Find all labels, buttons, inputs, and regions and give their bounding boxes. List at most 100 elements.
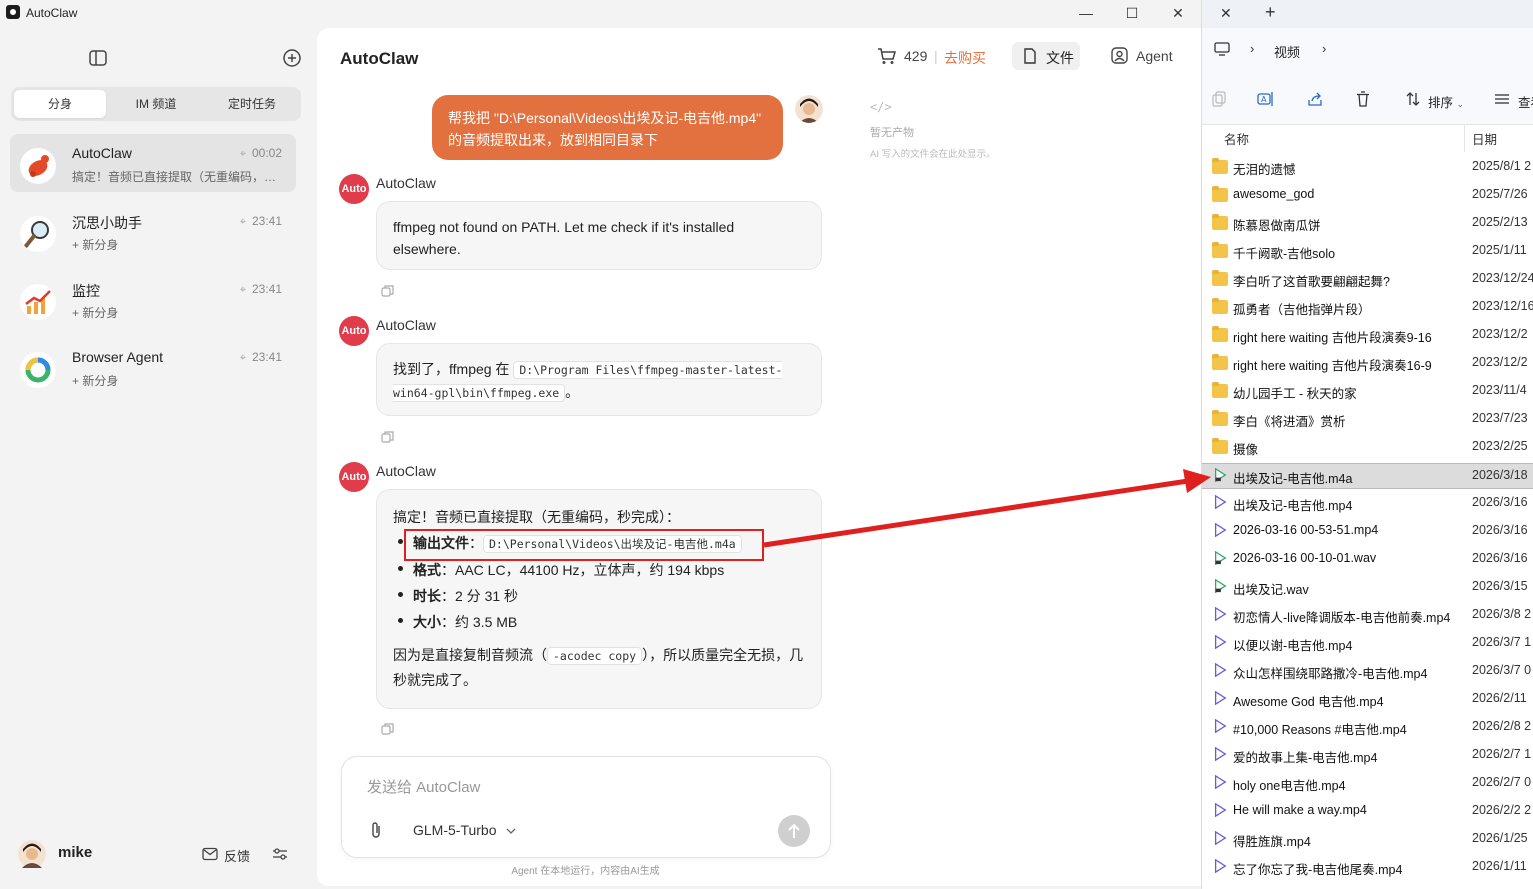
- file-name: 幼儿园手工 - 秋天的家: [1233, 387, 1357, 401]
- close-tab-icon[interactable]: ✕: [1220, 5, 1232, 22]
- file-row[interactable]: 出埃及记-电吉他.mp4 2026/3/16: [1202, 491, 1533, 515]
- file-row[interactable]: 初恋情人-live降调版本-电吉他前奏.mp4 2026/3/8 2: [1202, 603, 1533, 627]
- feedback-button[interactable]: 反馈: [224, 846, 250, 865]
- delete-icon[interactable]: [1355, 91, 1371, 107]
- app-logo-icon: [6, 5, 20, 19]
- file-row[interactable]: right here waiting 吉他片段演奏9-16 2023/12/2: [1202, 323, 1533, 347]
- file-name: 李白《将进酒》赏析: [1233, 415, 1346, 429]
- copy-icon[interactable]: [381, 430, 395, 444]
- video-file-icon: [1214, 775, 1227, 789]
- computer-icon[interactable]: [1214, 42, 1230, 56]
- file-row[interactable]: Awesome God 电吉他.mp4 2026/2/11: [1202, 687, 1533, 711]
- rename-icon[interactable]: A: [1257, 91, 1275, 107]
- file-date: 2026/3/16: [1472, 551, 1528, 565]
- session-item-monitor[interactable]: 监控 ⌖ 23:41 + 新分身: [10, 270, 296, 328]
- pin-icon: ⌖: [239, 352, 246, 364]
- session-subtitle: + 新分身: [72, 374, 119, 388]
- folder-icon: [1212, 214, 1228, 230]
- file-row[interactable]: 爱的故事上集-电吉他.mp4 2026/2/7 1: [1202, 743, 1533, 767]
- column-date[interactable]: 日期: [1472, 129, 1497, 148]
- file-name: Awesome God 电吉他.mp4: [1233, 695, 1384, 709]
- file-row[interactable]: 得胜旌旗.mp4 2026/1/25: [1202, 827, 1533, 851]
- file-row[interactable]: 幼儿园手工 - 秋天的家 2023/11/4: [1202, 379, 1533, 403]
- view-button[interactable]: 查看: [1518, 92, 1533, 111]
- file-row[interactable]: 李白《将进酒》赏析 2023/7/23: [1202, 407, 1533, 431]
- file-name: 2026-03-16 00-53-51.mp4: [1233, 523, 1379, 537]
- file-row[interactable]: awesome_god 2025/7/26: [1202, 183, 1533, 207]
- tab-im-channels[interactable]: IM 频道: [110, 90, 202, 118]
- session-title: 监控: [72, 283, 100, 299]
- file-name: 得胜旌旗.mp4: [1233, 835, 1311, 849]
- folder-icon: [1212, 242, 1228, 258]
- maximize-button[interactable]: ☐: [1109, 0, 1155, 26]
- file-date: 2023/12/24: [1472, 271, 1533, 285]
- artifacts-hint: AI 写入的文件会在此处显示。: [870, 149, 996, 160]
- audio-file-icon: [1214, 579, 1227, 593]
- audio-file-icon: [1214, 551, 1227, 565]
- file-row[interactable]: 2026-03-16 00-53-51.mp4 2026/3/16: [1202, 519, 1533, 543]
- file-date: 2023/2/25: [1472, 439, 1528, 453]
- share-icon[interactable]: [1307, 91, 1323, 107]
- session-item-browser-agent[interactable]: Browser Agent ⌖ 23:41 + 新分身: [10, 338, 296, 396]
- file-date: 2023/11/4: [1472, 383, 1527, 397]
- copy-icon[interactable]: [1211, 91, 1227, 107]
- file-row[interactable]: holy one电吉他.mp4 2026/2/7 0: [1202, 771, 1533, 795]
- file-name: 2026-03-16 00-10-01.wav: [1233, 551, 1377, 565]
- message-text: 找到了，ffmpeg 在: [393, 361, 510, 377]
- file-row[interactable]: 2026-03-16 00-10-01.wav 2026/3/16: [1202, 547, 1533, 571]
- sort-button[interactable]: 排序 ⌄: [1428, 92, 1464, 111]
- send-button[interactable]: [778, 815, 810, 847]
- tab-scheduled-tasks[interactable]: 定时任务: [206, 90, 298, 118]
- explorer-tab-bar: ✕ +: [1202, 0, 1533, 28]
- user-avatar[interactable]: [18, 840, 46, 868]
- file-date: 2026/3/7 1: [1472, 635, 1532, 649]
- session-item-autoclaw[interactable]: AutoClaw ⌖ 00:02 搞定！音频已直接提取（无重编码，…: [10, 134, 296, 192]
- sidebar-toggle-icon[interactable]: [87, 47, 109, 69]
- video-file-icon: [1214, 859, 1227, 873]
- session-item-thinking-assistant[interactable]: 沉思小助手 ⌖ 23:41 + 新分身: [10, 202, 296, 260]
- attach-icon[interactable]: [369, 821, 383, 839]
- file-name: 摄像: [1233, 443, 1259, 457]
- new-session-icon[interactable]: [281, 47, 303, 69]
- folder-icon: [1212, 382, 1228, 398]
- file-date: 2026/1/25: [1472, 831, 1528, 845]
- file-row[interactable]: #10,000 Reasons #电吉他.mp4 2026/2/8 2: [1202, 715, 1533, 739]
- copy-icon[interactable]: [381, 284, 395, 298]
- file-row[interactable]: 李白听了这首歌要翩翩起舞? 2023/12/24: [1202, 267, 1533, 291]
- file-date: 2023/7/23: [1472, 411, 1528, 425]
- file-row[interactable]: 众山怎样围绕耶路撒冷-电吉他.mp4 2026/3/7 0: [1202, 659, 1533, 683]
- file-row[interactable]: 千千阙歌-吉他solo 2025/1/11: [1202, 239, 1533, 263]
- breadcrumb[interactable]: 视频: [1274, 42, 1300, 61]
- file-row[interactable]: 出埃及记.wav 2026/3/15: [1202, 575, 1533, 599]
- file-row[interactable]: 陈慕恩做南瓜饼 2025/2/13: [1202, 211, 1533, 235]
- settings-sliders-icon[interactable]: [272, 847, 288, 861]
- file-date: 2025/1/11: [1472, 243, 1527, 257]
- file-date: 2023/12/2: [1472, 355, 1528, 369]
- file-row[interactable]: He will make a way.mp4 2026/2/2 2: [1202, 799, 1533, 823]
- file-row[interactable]: 孤勇者（吉他指弹片段） 2023/12/16: [1202, 295, 1533, 319]
- files-button[interactable]: 文件: [1012, 42, 1080, 70]
- tab-avatars[interactable]: 分身: [14, 90, 106, 118]
- new-tab-icon[interactable]: +: [1265, 2, 1276, 23]
- model-select[interactable]: GLM-5-Turbo: [413, 822, 516, 838]
- file-name: 爱的故事上集-电吉他.mp4: [1233, 751, 1378, 765]
- artifacts-title: 暂无产物: [870, 127, 914, 139]
- buy-link[interactable]: 去购买: [944, 48, 986, 68]
- file-row[interactable]: 以便以谢-电吉他.mp4 2026/3/7 1: [1202, 631, 1533, 655]
- bot-name: AutoClaw: [376, 317, 436, 333]
- browser-agent-avatar: [20, 352, 56, 388]
- close-button[interactable]: ✕: [1155, 0, 1201, 26]
- autoclaw-window: AutoClaw — ☐ ✕ 分身 IM 频道 定时任务 AutoClaw ⌖ …: [0, 0, 1201, 889]
- column-name[interactable]: 名称: [1224, 129, 1249, 148]
- folder-icon: [1212, 298, 1228, 314]
- message-input[interactable]: 发送给 AutoClaw: [367, 776, 480, 797]
- copy-icon[interactable]: [381, 722, 395, 736]
- file-name: 出埃及记-电吉他.mp4: [1233, 499, 1353, 513]
- file-row[interactable]: 出埃及记-电吉他.m4a 2026/3/18: [1202, 463, 1533, 489]
- file-row[interactable]: 忘了你忘了我-电吉他尾奏.mp4 2026/1/11: [1202, 855, 1533, 879]
- file-row[interactable]: 摄像 2023/2/25: [1202, 435, 1533, 459]
- minimize-button[interactable]: —: [1063, 0, 1109, 26]
- file-row[interactable]: 无泪的遗憾 2025/8/1 2: [1202, 155, 1533, 179]
- file-row[interactable]: right here waiting 吉他片段演奏16-9 2023/12/2: [1202, 351, 1533, 375]
- video-file-icon: [1214, 691, 1227, 705]
